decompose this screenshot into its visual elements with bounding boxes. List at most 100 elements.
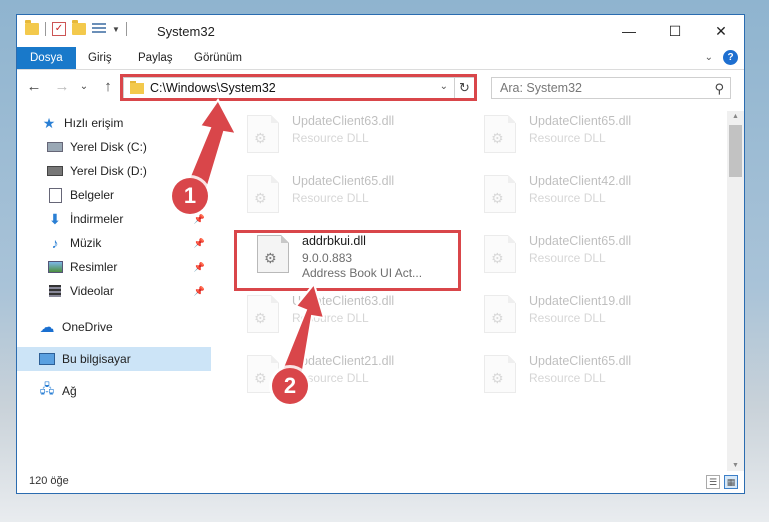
- sidebar-item-label: İndirmeler: [70, 212, 124, 226]
- file-description: Resource DLL: [292, 311, 369, 325]
- dll-file-icon: ⚙: [247, 115, 279, 153]
- file-name: UpdateClient19.dll: [529, 294, 632, 308]
- sidebar-item-label: Videolar: [70, 284, 114, 298]
- file-tile[interactable]: ⚙ UpdateClient63.dll Resource DLL: [237, 291, 457, 337]
- search-box[interactable]: Ara: System32 ⚲: [491, 77, 731, 99]
- sidebar-item-pictures[interactable]: Resimler 📌: [17, 255, 211, 279]
- quick-access-toolbar: ✓ ▼: [25, 20, 127, 36]
- sidebar-item-disk-c[interactable]: Yerel Disk (C:): [17, 135, 211, 159]
- sidebar-item-quick-access[interactable]: ★ Hızlı erişim: [17, 111, 211, 135]
- sidebar-item-onedrive[interactable]: ☁ OneDrive: [17, 315, 211, 339]
- gear-icon: ⚙: [491, 310, 504, 326]
- toolbar-divider: [45, 22, 46, 36]
- sidebar-item-label: Yerel Disk (C:): [70, 140, 147, 154]
- dll-file-icon: ⚙: [484, 355, 516, 393]
- tab-home[interactable]: Giriş: [79, 47, 121, 69]
- minimize-button[interactable]: —: [606, 15, 652, 47]
- properties-check-icon[interactable]: ✓: [52, 22, 66, 36]
- file-tile[interactable]: ⚙ UpdateClient42.dll Resource DLL: [474, 171, 694, 217]
- file-description: Resource DLL: [529, 371, 606, 385]
- file-tile[interactable]: ⚙ UpdateClient19.dll Resource DLL: [474, 291, 694, 337]
- sidebar-item-label: OneDrive: [62, 320, 113, 334]
- sidebar-item-videos[interactable]: Videolar 📌: [17, 279, 211, 303]
- scroll-down-icon[interactable]: ▼: [727, 462, 744, 469]
- download-icon: ⬇: [49, 210, 61, 227]
- window-controls: — ☐ ✕: [606, 15, 744, 47]
- step-2-badge: 2: [272, 368, 308, 404]
- gear-icon: ⚙: [254, 130, 267, 146]
- collapse-ribbon-icon[interactable]: ⌄: [705, 52, 713, 63]
- tab-view[interactable]: Görünüm: [185, 47, 251, 69]
- sidebar-item-label: Ağ: [62, 384, 77, 398]
- dll-file-icon: ⚙: [247, 295, 279, 333]
- pin-icon[interactable]: 📌: [194, 286, 205, 297]
- search-placeholder: Ara: System32: [500, 81, 582, 95]
- gear-icon: ⚙: [491, 250, 504, 266]
- scroll-up-icon[interactable]: ▲: [727, 113, 744, 120]
- forward-button[interactable]: →: [53, 78, 71, 96]
- toolbar-dropdown-icon[interactable]: ▼: [112, 25, 120, 34]
- folder-icon: [25, 20, 39, 35]
- close-button[interactable]: ✕: [698, 15, 744, 47]
- sidebar-item-this-pc[interactable]: Bu bilgisayar: [17, 347, 211, 371]
- sidebar-item-label: Bu bilgisayar: [62, 352, 131, 366]
- file-description: Resource DLL: [529, 191, 606, 205]
- dll-file-icon: ⚙: [247, 175, 279, 213]
- file-description: Resource DLL: [292, 131, 369, 145]
- pin-icon[interactable]: 📌: [194, 262, 205, 273]
- back-button[interactable]: ←: [25, 78, 43, 96]
- navigation-pane: ★ Hızlı erişim Yerel Disk (C:) Yerel Dis…: [17, 111, 211, 467]
- cloud-icon: ☁: [39, 319, 55, 336]
- computer-icon: [39, 352, 55, 366]
- gear-icon: ⚙: [254, 370, 267, 386]
- pin-icon[interactable]: 📌: [194, 214, 205, 225]
- music-icon: ♪: [51, 235, 59, 251]
- maximize-button[interactable]: ☐: [652, 15, 698, 47]
- scrollbar-thumb[interactable]: [729, 125, 742, 177]
- title-bar: ✓ ▼ System32 — ☐ ✕: [17, 15, 744, 47]
- sidebar-item-label: Hızlı erişim: [64, 116, 124, 130]
- step-1-badge: 1: [172, 178, 208, 214]
- address-highlight-box: [120, 74, 477, 101]
- dll-file-icon: ⚙: [484, 175, 516, 213]
- gear-icon: ⚙: [254, 190, 267, 206]
- customize-toolbar-icon[interactable]: [92, 23, 106, 35]
- sidebar-item-label: Yerel Disk (D:): [70, 164, 147, 178]
- file-tile[interactable]: ⚙ UpdateClient65.dll Resource DLL: [474, 351, 694, 397]
- drive-icon: [47, 140, 63, 154]
- file-name: UpdateClient21.dll: [292, 354, 395, 368]
- file-name: UpdateClient65.dll: [292, 174, 395, 188]
- search-icon[interactable]: ⚲: [714, 81, 724, 97]
- new-folder-icon[interactable]: [72, 20, 86, 35]
- network-icon: 🖧: [39, 381, 55, 396]
- sidebar-item-label: Resimler: [70, 260, 118, 274]
- file-name: UpdateClient63.dll: [292, 294, 395, 308]
- file-tile[interactable]: ⚙ UpdateClient65.dll Resource DLL: [237, 171, 457, 217]
- file-description: Resource DLL: [292, 191, 369, 205]
- sidebar-item-music[interactable]: ♪ Müzik 📌: [17, 231, 211, 255]
- details-view-icon[interactable]: ☰: [706, 475, 720, 489]
- file-tile[interactable]: ⚙ UpdateClient21.dll Resource DLL: [237, 351, 457, 397]
- file-name: UpdateClient65.dll: [529, 234, 632, 248]
- pictures-icon: [47, 260, 63, 274]
- tab-share[interactable]: Paylaş: [129, 47, 182, 69]
- ribbon-tabs: Dosya Giriş Paylaş Görünüm ⌄ ?: [17, 47, 744, 70]
- view-switcher: ☰ ▦: [706, 475, 738, 489]
- tab-file[interactable]: Dosya: [17, 47, 76, 69]
- dll-file-icon: ⚙: [484, 115, 516, 153]
- pin-icon[interactable]: 📌: [194, 238, 205, 249]
- tiles-view-icon[interactable]: ▦: [724, 475, 738, 489]
- vertical-scrollbar[interactable]: ▲ ▼: [727, 111, 744, 471]
- file-tile[interactable]: ⚙ UpdateClient65.dll Resource DLL: [474, 111, 694, 157]
- file-tile[interactable]: ⚙ UpdateClient63.dll Resource DLL: [237, 111, 457, 157]
- help-icon[interactable]: ?: [723, 50, 738, 65]
- sidebar-item-network[interactable]: 🖧 Ağ: [17, 379, 211, 403]
- up-button[interactable]: ↑: [99, 78, 117, 96]
- file-tile[interactable]: ⚙ UpdateClient65.dll Resource DLL: [474, 231, 694, 277]
- recent-locations-button[interactable]: ⌄: [75, 78, 93, 96]
- file-name: UpdateClient65.dll: [529, 114, 632, 128]
- file-name: UpdateClient42.dll: [529, 174, 632, 188]
- drive-icon: [47, 164, 63, 178]
- file-name: UpdateClient63.dll: [292, 114, 395, 128]
- file-description: Resource DLL: [529, 251, 606, 265]
